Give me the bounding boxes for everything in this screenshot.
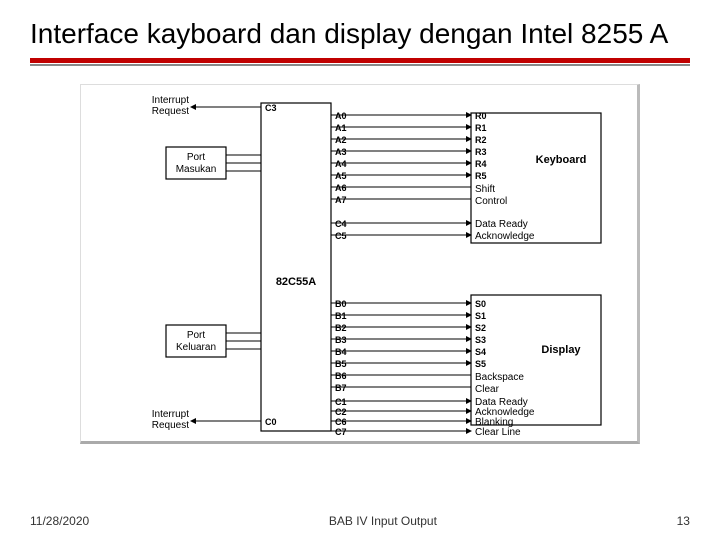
svg-text:B7: B7: [335, 383, 347, 393]
svg-text:Data Ready: Data Ready: [475, 219, 528, 230]
svg-text:A5: A5: [335, 171, 347, 181]
svg-text:Interrupt: Interrupt: [152, 95, 189, 106]
svg-text:S5: S5: [475, 359, 486, 369]
svg-text:B2: B2: [335, 323, 347, 333]
svg-text:Interrupt: Interrupt: [152, 409, 189, 420]
svg-text:C6: C6: [335, 417, 347, 427]
svg-text:Shift: Shift: [475, 184, 495, 195]
svg-text:B3: B3: [335, 335, 347, 345]
svg-text:Control: Control: [475, 196, 507, 207]
svg-text:R4: R4: [475, 159, 487, 169]
svg-text:S2: S2: [475, 323, 486, 333]
svg-text:Request: Request: [152, 420, 189, 431]
svg-text:Clear Line: Clear Line: [475, 427, 521, 438]
svg-text:Request: Request: [152, 106, 189, 117]
svg-text:C5: C5: [335, 231, 347, 241]
svg-text:B4: B4: [335, 347, 347, 357]
svg-text:A7: A7: [335, 195, 347, 205]
chip-label: 82C55A: [276, 276, 316, 288]
svg-text:C0: C0: [265, 417, 277, 427]
svg-text:Clear: Clear: [475, 384, 500, 395]
title-underline-grey: [30, 64, 690, 66]
a-pins: A0 A1 A2 A3 A4 A5 A6 A7: [335, 111, 347, 205]
svg-text:R3: R3: [475, 147, 487, 157]
svg-text:C7: C7: [335, 427, 347, 437]
svg-text:A4: A4: [335, 159, 347, 169]
svg-text:C2: C2: [335, 407, 347, 417]
svg-text:A1: A1: [335, 123, 347, 133]
svg-text:B0: B0: [335, 299, 347, 309]
svg-text:Keyboard: Keyboard: [536, 154, 587, 166]
svg-text:A3: A3: [335, 147, 347, 157]
svg-text:Port: Port: [187, 330, 206, 341]
svg-text:A0: A0: [335, 111, 347, 121]
svg-text:S4: S4: [475, 347, 486, 357]
slide-footer: 11/28/2020 BAB IV Input Output 13: [30, 514, 690, 528]
svg-text:R5: R5: [475, 171, 487, 181]
svg-text:S0: S0: [475, 299, 486, 309]
footer-center: BAB IV Input Output: [329, 514, 437, 528]
svg-text:C4: C4: [335, 219, 347, 229]
diagram-figure: 82C55A Port Masukan Port Keluaran Keyboa…: [80, 84, 640, 444]
svg-text:S3: S3: [475, 335, 486, 345]
footer-page: 13: [677, 514, 690, 528]
svg-text:A6: A6: [335, 183, 347, 193]
svg-text:S1: S1: [475, 311, 486, 321]
svg-text:B1: B1: [335, 311, 347, 321]
svg-text:R0: R0: [475, 111, 487, 121]
svg-text:C1: C1: [335, 397, 347, 407]
b-pins: B0 B1 B2 B3 B4 B5 B6 B7: [335, 299, 347, 393]
svg-text:Backspace: Backspace: [475, 372, 524, 383]
svg-text:Port: Port: [187, 152, 206, 163]
svg-text:B6: B6: [335, 371, 347, 381]
svg-text:Keluaran: Keluaran: [176, 342, 216, 353]
footer-date: 11/28/2020: [30, 514, 89, 528]
svg-text:Masukan: Masukan: [176, 164, 217, 175]
svg-text:Acknowledge: Acknowledge: [475, 231, 535, 242]
svg-text:R2: R2: [475, 135, 487, 145]
svg-text:Display: Display: [541, 344, 581, 356]
title-underline-red: [30, 58, 690, 63]
svg-text:C3: C3: [265, 103, 277, 113]
slide-title: Interface kayboard dan display dengan In…: [30, 18, 690, 50]
svg-text:A2: A2: [335, 135, 347, 145]
svg-text:R1: R1: [475, 123, 487, 133]
svg-text:B5: B5: [335, 359, 347, 369]
